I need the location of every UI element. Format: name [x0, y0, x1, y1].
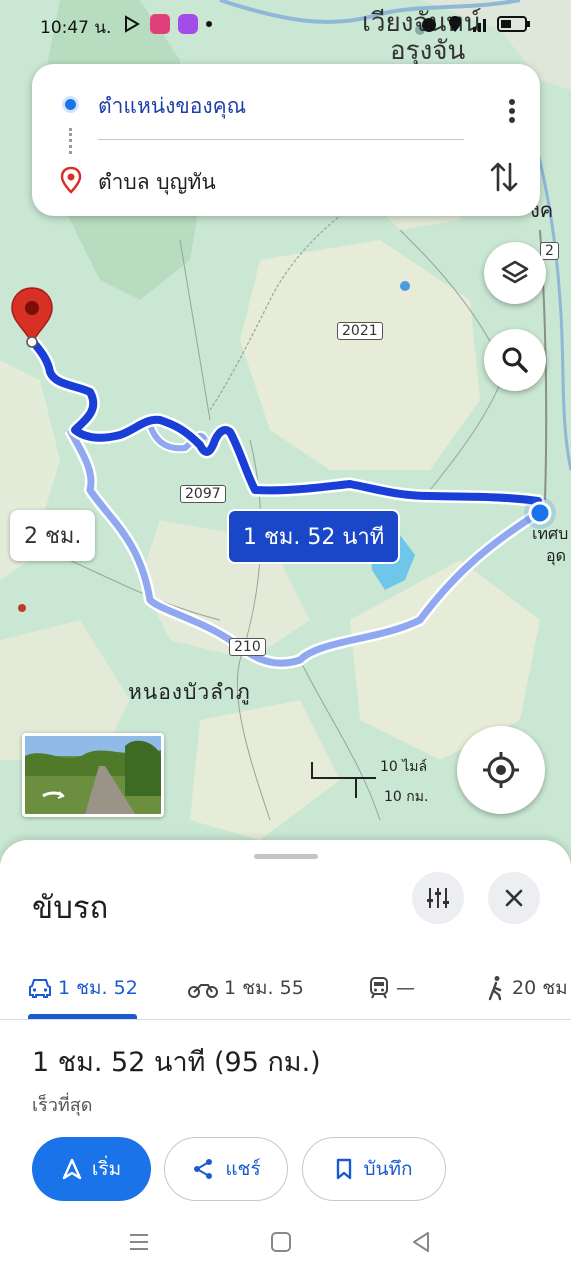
tune-icon	[427, 888, 449, 908]
status-bar: 10:47 น.	[0, 0, 571, 52]
save-button[interactable]: บันทึก	[302, 1137, 446, 1201]
system-nav-bar	[0, 1225, 571, 1265]
recent-apps-icon[interactable]	[128, 1231, 150, 1253]
messenger-icon	[178, 14, 198, 34]
map-scale: 10 ไมล์ 10 กม.	[310, 752, 434, 805]
location-icon	[449, 16, 461, 32]
back-icon[interactable]	[410, 1231, 432, 1253]
search-along-route-button[interactable]	[484, 329, 546, 391]
search-icon	[502, 347, 528, 373]
tab-drive-label: 1 ชม. 52	[58, 977, 138, 999]
tab-drive[interactable]: 1 ชม. 52	[28, 956, 138, 1020]
swap-icon[interactable]	[490, 160, 518, 194]
destination-pin-icon[interactable]	[10, 286, 54, 350]
tab-walk-label: 20 ชม	[512, 977, 568, 999]
motorcycle-icon	[188, 984, 218, 998]
start-button-label: เริ่ม	[91, 1158, 122, 1180]
travel-mode-tabs: 1 ชม. 52 1 ชม. 55 — 20 ชม	[0, 956, 571, 1020]
place-label-village: หนองบัวลำภู	[128, 680, 251, 704]
route-subtitle: เร็วที่สุด	[32, 1095, 93, 1116]
origin-field[interactable]: ตำแหน่งของคุณ	[98, 90, 246, 123]
battery-icon	[497, 16, 530, 32]
play-store-icon	[125, 15, 140, 33]
directions-bottom-sheet: ขับรถ 1 ชม. 52 1 ชม. 55 — 20 ชม 1 ชม. 52…	[0, 840, 571, 1280]
tab-transit-label: —	[396, 977, 415, 999]
directions-card: ตำแหน่งของคุณ ตำบล บุญทัน	[32, 64, 540, 216]
crosshair-icon	[483, 752, 519, 788]
start-button[interactable]: เริ่ม	[32, 1137, 151, 1201]
origin-row[interactable]: ตำแหน่งของคุณ	[32, 72, 540, 132]
route-options-button[interactable]	[412, 872, 464, 924]
active-tab-indicator	[28, 1014, 137, 1019]
walk-icon	[488, 976, 502, 1001]
alarm-icon	[422, 18, 436, 32]
share-icon	[194, 1159, 213, 1179]
navigation-arrow-icon	[62, 1158, 82, 1180]
sheet-drag-handle[interactable]	[254, 854, 318, 859]
destination-icon	[60, 166, 82, 194]
app-icon-pink	[150, 14, 170, 34]
scale-km: 10 กม.	[384, 789, 429, 805]
road-shield-2097: 2097	[180, 485, 226, 503]
sheet-title: ขับรถ	[32, 890, 109, 926]
destination-row[interactable]: ตำบล บุญทัน	[32, 148, 540, 208]
road-shield-2: 2	[540, 242, 559, 260]
origin-dot-icon	[62, 96, 79, 113]
tab-walk[interactable]: 20 ชม	[486, 956, 568, 1020]
save-button-label: บันทึก	[363, 1158, 413, 1180]
share-button[interactable]: แชร์	[164, 1137, 288, 1201]
close-icon	[505, 889, 523, 907]
scale-miles: 10 ไมล์	[380, 759, 428, 775]
home-icon[interactable]	[270, 1231, 292, 1253]
divider	[98, 139, 464, 140]
route-time-label-alt[interactable]: 2 ชม.	[10, 510, 96, 561]
place-label-right-2: อุด	[546, 546, 566, 565]
my-location-button[interactable]	[457, 726, 545, 814]
signal-icon	[473, 19, 486, 32]
tab-motorcycle[interactable]: 1 ชม. 55	[188, 956, 304, 1020]
layers-icon	[501, 260, 529, 284]
layers-button[interactable]	[484, 242, 546, 304]
tab-motorcycle-label: 1 ชม. 55	[224, 977, 304, 999]
more-options-icon[interactable]	[508, 98, 516, 124]
route-time-label-main[interactable]: 1 ชม. 52 นาที	[227, 509, 401, 564]
close-button[interactable]	[488, 872, 540, 924]
status-time: 10:47 น.	[40, 18, 112, 38]
road-shield-2021: 2021	[337, 322, 383, 340]
destination-field[interactable]: ตำบล บุญทัน	[98, 166, 216, 199]
road-shield-210: 210	[229, 638, 266, 656]
bookmark-icon	[337, 1158, 352, 1180]
share-button-label: แชร์	[225, 1158, 261, 1180]
route-summary: 1 ชม. 52 นาที (95 กม.)	[32, 1047, 321, 1078]
more-notifications-icon	[206, 21, 212, 27]
tab-transit[interactable]: —	[368, 956, 415, 1020]
street-view-thumbnail[interactable]	[22, 733, 164, 817]
car-icon	[29, 979, 51, 998]
train-icon	[370, 977, 388, 999]
